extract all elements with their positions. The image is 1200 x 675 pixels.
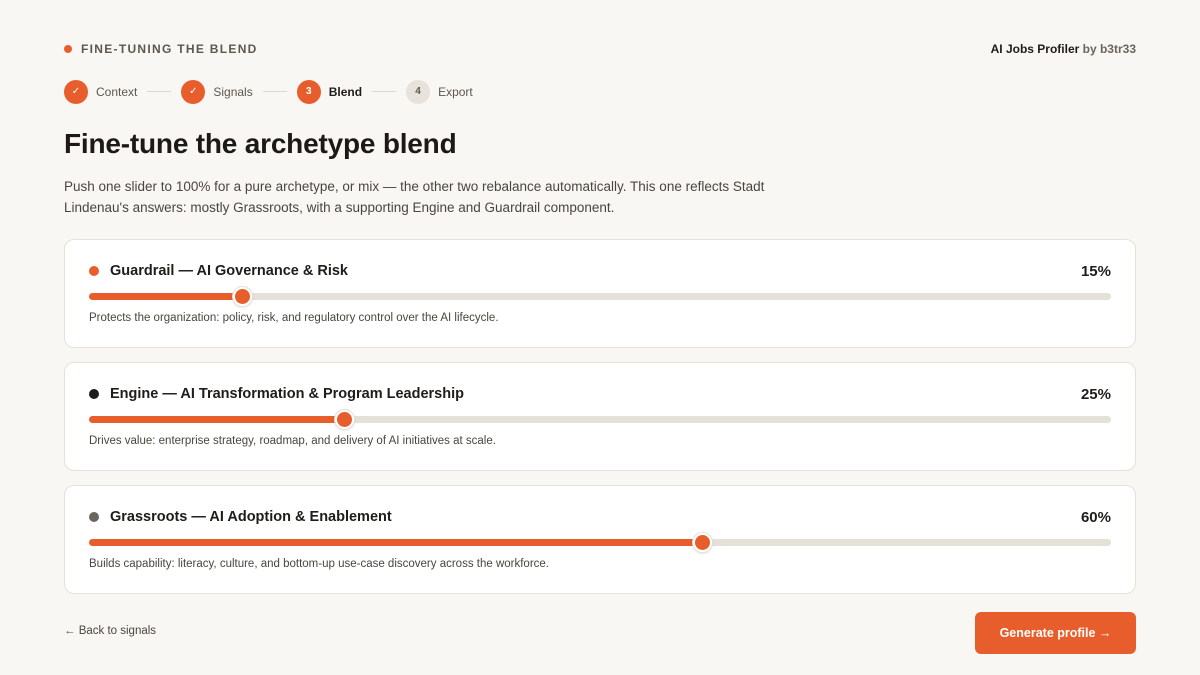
blend-slider-thumb[interactable]: [335, 410, 354, 429]
archetype-card-engine: Engine — AI Transformation & Program Lea…: [64, 362, 1136, 471]
check-icon: ✓: [64, 79, 88, 104]
top-bar: FINE-TUNING THE BLEND AI Jobs Profiler b…: [64, 40, 1136, 58]
step-label: Export: [438, 84, 473, 99]
archetype-title: Guardrail — AI Governance & Risk: [110, 263, 348, 279]
step-number: 3: [296, 79, 321, 104]
eyebrow-dot-icon: [64, 45, 72, 53]
step-label: Blend: [328, 84, 363, 99]
archetype-description: Drives value: enterprise strategy, roadm…: [89, 435, 496, 447]
step-blend[interactable]: 3 Blend: [296, 79, 363, 104]
blend-slider-track[interactable]: [89, 533, 1111, 552]
blend-slider-track[interactable]: [89, 410, 1111, 429]
step-signals[interactable]: ✓ Signals: [181, 79, 253, 104]
step-context[interactable]: ✓ Context: [64, 79, 138, 104]
archetype-percent: 25%: [1080, 385, 1111, 403]
blend-slider-fill: [89, 416, 345, 423]
progress-stepper: ✓ Context ✓ Signals 3 Blend 4 Export: [64, 79, 473, 104]
generate-profile-button[interactable]: Generate profile →: [975, 612, 1136, 654]
page-title: Fine-tune the archetype blend: [64, 128, 457, 159]
archetype-title: Grassroots — AI Adoption & Enablement: [110, 509, 392, 525]
archetype-dot-icon: [89, 266, 99, 276]
blend-slider-thumb[interactable]: [232, 287, 252, 306]
step-export[interactable]: 4 Export: [406, 79, 473, 104]
step-number: 4: [406, 79, 431, 104]
archetype-description: Protects the organization: policy, risk,…: [89, 312, 499, 324]
archetype-percent: 15%: [1080, 262, 1111, 280]
step-connector: [147, 91, 172, 92]
step-connector: [372, 91, 397, 92]
archetype-card-grassroots: Grassroots — AI Adoption & Enablement 60…: [64, 485, 1136, 594]
step-label: Context: [96, 84, 138, 99]
app-name: AI Jobs Profiler: [990, 42, 1080, 56]
back-to-signals-link[interactable]: ← Back to signals: [64, 625, 156, 637]
app-brand: AI Jobs Profiler by b3tr33: [991, 42, 1136, 56]
eyebrow-text: FINE-TUNING THE BLEND: [81, 42, 258, 56]
archetype-card-guardrail: Guardrail — AI Governance & Risk 15% Pro…: [64, 239, 1136, 348]
app-author: by b3tr33: [1082, 42, 1136, 56]
step-connector: [262, 91, 287, 92]
section-eyebrow: FINE-TUNING THE BLEND: [64, 42, 258, 56]
archetype-dot-icon: [89, 389, 99, 399]
step-label: Signals: [213, 84, 253, 99]
check-icon: ✓: [181, 79, 206, 104]
archetype-title: Engine — AI Transformation & Program Lea…: [110, 386, 464, 402]
archetype-dot-icon: [89, 512, 99, 522]
blend-slider-fill: [89, 293, 243, 300]
blend-slider-thumb[interactable]: [692, 533, 712, 552]
blend-slider-track[interactable]: [89, 287, 1111, 306]
blend-slider-fill: [89, 539, 703, 546]
page-subtitle: Push one slider to 100% for a pure arche…: [64, 179, 765, 215]
archetype-percent: 60%: [1080, 508, 1111, 526]
archetype-description: Builds capability: literacy, culture, an…: [89, 558, 549, 570]
